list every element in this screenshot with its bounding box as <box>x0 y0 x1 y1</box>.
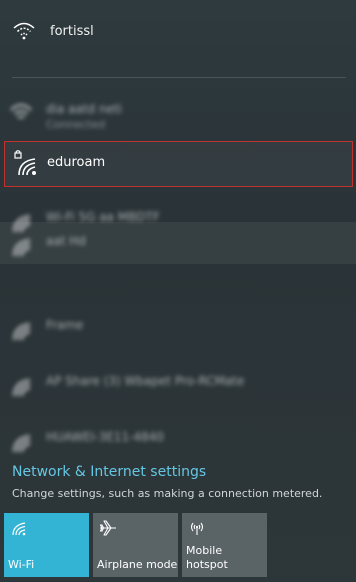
network-item-blurred[interactable]: AP Share (3) Wbapet Pro-RCMate <box>0 362 356 402</box>
tile-label: Mobile hotspot <box>186 544 228 571</box>
network-status: Connected <box>46 118 106 131</box>
mobile-hotspot-tile[interactable]: Mobile hotspot <box>182 513 267 577</box>
hotspot-icon <box>188 519 206 541</box>
wifi-secured-icon <box>8 426 38 460</box>
network-name: aat Hd <box>46 234 86 248</box>
wifi-secured-icon <box>8 370 38 404</box>
network-name: dia aatd neti <box>46 102 122 116</box>
network-item-blurred[interactable]: Frame <box>0 306 356 346</box>
tile-label: Wi-Fi <box>8 558 35 571</box>
network-item-blurred[interactable]: dia aatd neti Connected <box>0 90 356 138</box>
tile-label: Airplane mode <box>97 558 178 571</box>
wifi-toggle-tile[interactable]: Wi-Fi <box>4 513 89 577</box>
airplane-icon <box>99 519 117 541</box>
network-flyout: fortissl dia aatd neti Connected eduroam <box>0 0 356 582</box>
network-settings-description: Change settings, such as making a connec… <box>12 487 323 500</box>
divider <box>12 77 346 78</box>
network-name: eduroam <box>47 155 106 170</box>
wifi-secured-icon <box>8 230 38 264</box>
wifi-icon <box>10 519 30 541</box>
network-name: Frame <box>46 318 84 332</box>
network-name: AP Share (3) Wbapet Pro-RCMate <box>46 374 245 388</box>
wifi-icon <box>8 98 34 128</box>
airplane-mode-tile[interactable]: Airplane mode <box>93 513 178 577</box>
wifi-secured-icon <box>8 314 38 348</box>
network-settings-link[interactable]: Network & Internet settings <box>12 464 206 480</box>
network-name: fortissl <box>50 24 94 39</box>
network-name: HUAWEI-3E11-4840 <box>46 430 165 444</box>
network-item-eduroam[interactable]: eduroam <box>4 141 353 187</box>
network-item-fortissl[interactable]: fortissl <box>0 12 356 54</box>
wifi-secured-icon <box>13 149 43 183</box>
network-item-blurred[interactable]: HUAWEI-3E11-4840 <box>0 418 356 458</box>
wifi-connected-icon <box>12 20 36 46</box>
network-item-blurred[interactable]: aat Hd <box>0 222 356 264</box>
